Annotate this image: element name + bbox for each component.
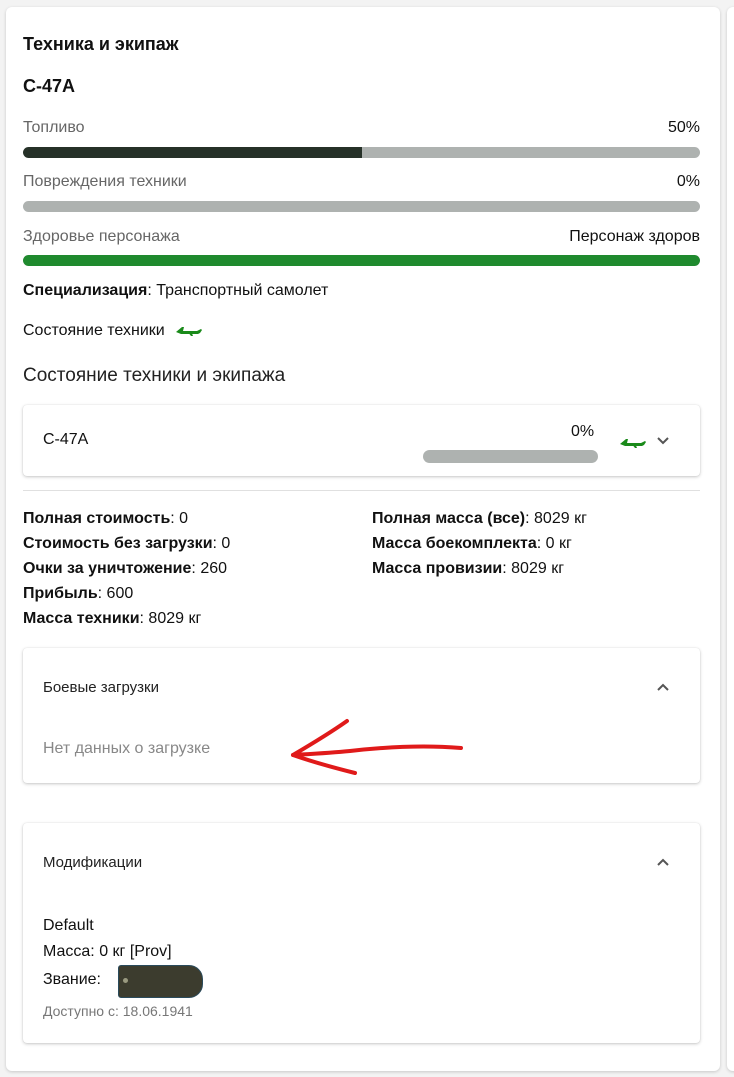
modification-rank-label: Звание:	[43, 971, 101, 988]
damage-bar	[23, 201, 700, 212]
specialization-label: Специализация	[23, 282, 148, 299]
panel-progress-bar	[423, 450, 598, 463]
vehicle-state: Состояние техники	[23, 322, 203, 340]
panel-vehicle-name: C-47A	[43, 431, 89, 448]
vehicle-state-panel[interactable]: C-47A 0%	[23, 405, 700, 476]
health-bar	[23, 255, 700, 266]
stat-vehicle-mass: Масса техники: 8029 кг	[23, 610, 202, 627]
stat-provision-mass: Масса провизии: 8029 кг	[372, 560, 565, 577]
fuel-bar-fill	[23, 147, 362, 158]
stats-left: Полная стоимость: 0 Стоимость без загруз…	[23, 506, 230, 631]
modifications-panel: Модификации Default Масса: 0 кг [Prov] З…	[23, 823, 700, 1043]
card-title: Техника и экипаж	[23, 34, 179, 54]
vehicle-name: C-47A	[23, 76, 76, 96]
modification-name: Default	[43, 917, 94, 934]
health-label: Здоровье персонажа	[23, 228, 180, 245]
chevron-up-icon[interactable]	[656, 857, 670, 867]
modification-available-date: Доступно с: 18.06.1941	[43, 1003, 193, 1019]
panel-percent: 0%	[571, 423, 595, 440]
stats-right: Полная масса (все): 8029 кг Масса боеком…	[372, 506, 587, 581]
divider	[23, 490, 700, 491]
health-value: Персонаж здоров	[569, 228, 700, 245]
stat-cost-no-load: Стоимость без загрузки: 0	[23, 535, 231, 552]
modifications-title: Модификации	[43, 854, 143, 871]
specialization: Специализация: Транспортный самолет	[23, 282, 328, 300]
stat-profit: Прибыль: 600	[23, 585, 134, 602]
stat-ammo-mass: Масса боекомплекта: 0 кг	[372, 535, 572, 552]
chevron-up-icon[interactable]	[656, 682, 670, 692]
specialization-value: : Транспортный самолет	[147, 282, 329, 299]
rank-insignia	[118, 965, 203, 998]
vehicle-state-label: Состояние техники	[23, 322, 165, 339]
chevron-down-icon[interactable]	[656, 436, 670, 446]
crew-state-heading: Состояние техники и экипажа	[23, 365, 286, 386]
health-bar-fill	[23, 255, 700, 266]
plane-icon	[175, 327, 202, 336]
fuel-label: Топливо	[23, 119, 85, 136]
modification-mass: Масса: 0 кг [Prov]	[43, 943, 172, 960]
damage-label: Повреждения техники	[23, 173, 187, 190]
fuel-bar	[23, 147, 700, 158]
loadouts-title: Боевые загрузки	[43, 679, 159, 696]
stat-kill-points: Очки за уничтожение: 260	[23, 560, 228, 577]
annotation-arrow	[291, 719, 463, 775]
fuel-value: 50%	[667, 119, 700, 136]
stat-total-mass: Полная масса (все): 8029 кг	[372, 510, 587, 527]
stat-total-cost: Полная стоимость: 0	[23, 510, 189, 527]
loadouts-empty-text: Нет данных о загрузке	[43, 740, 211, 757]
plane-icon	[620, 439, 646, 448]
adjacent-card	[727, 7, 734, 1071]
damage-value: 0%	[676, 173, 700, 190]
